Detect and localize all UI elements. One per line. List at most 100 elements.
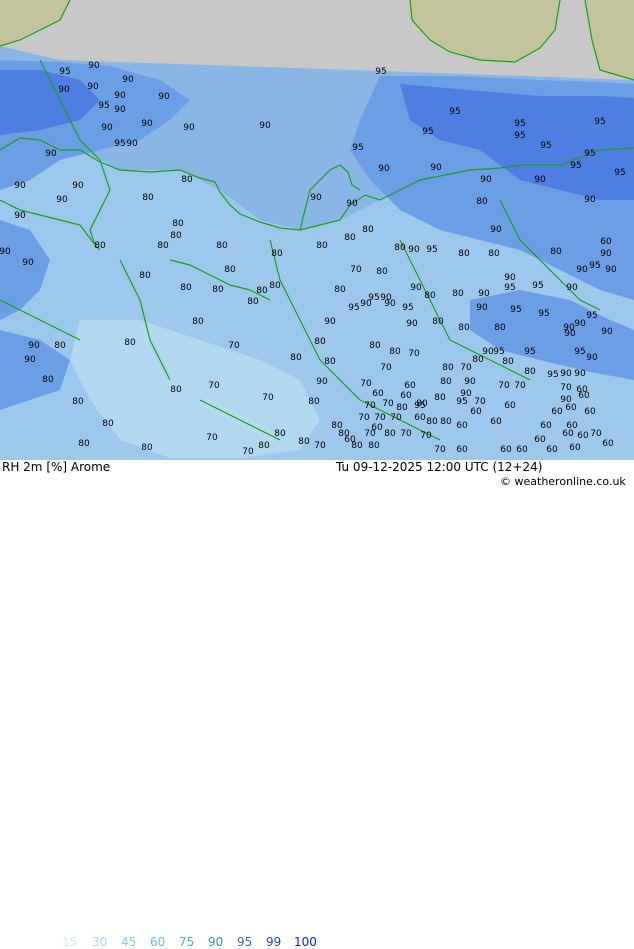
contour-label: 80	[316, 241, 328, 251]
contour-label: 80	[314, 337, 326, 347]
contour-label: 80	[256, 286, 268, 296]
contour-label: 95	[584, 149, 595, 159]
contour-label: 80	[452, 289, 464, 299]
contour-label: 95	[98, 101, 109, 111]
contour-label: 90	[600, 249, 612, 259]
contour-label: 80	[42, 375, 54, 385]
contour-label: 95	[426, 245, 437, 255]
contour-label: 80	[351, 441, 363, 451]
contour-label: 80	[442, 363, 454, 373]
contour-label: 70	[374, 413, 386, 423]
contour-label: 70	[382, 399, 394, 409]
contour-label: 80	[440, 377, 452, 387]
contour-label: 80	[362, 225, 374, 235]
contour-label: 80	[458, 249, 470, 259]
contour-label: 80	[224, 265, 236, 275]
contour-label: 80	[172, 219, 184, 229]
contour-label: 70	[400, 429, 412, 439]
contour-label: 80	[334, 285, 346, 295]
contour-label: 90	[534, 175, 546, 185]
contour-label: 95	[514, 119, 525, 129]
contour-label: 80	[432, 317, 444, 327]
contour-label: 80	[458, 323, 470, 333]
contour-label: 60	[602, 439, 614, 449]
contour-label: 80	[524, 367, 536, 377]
legend-60: 60	[150, 935, 166, 949]
contour-label: 90	[14, 181, 26, 191]
contour-label: 60	[578, 391, 590, 401]
contour-label: 80	[502, 357, 514, 367]
contour-label: 80	[258, 441, 270, 451]
contour-label: 80	[394, 243, 406, 253]
contour-label: 95	[375, 67, 386, 77]
contour-label: 60	[540, 421, 552, 431]
contour-label: 95	[514, 131, 525, 141]
contour-label: 95	[594, 117, 605, 127]
contour-label: 95	[524, 347, 535, 357]
contour-label: 90	[24, 355, 36, 365]
contour-label: 90	[0, 247, 11, 257]
contour-label: 80	[472, 355, 484, 365]
contour-label: 90	[478, 289, 490, 299]
contour-label: 60	[400, 391, 412, 401]
contour-label: 95	[402, 303, 413, 313]
contour-label: 95	[449, 107, 460, 117]
contour-label: 95	[614, 168, 625, 178]
contour-label: 90	[101, 123, 113, 133]
contour-label: 60	[516, 445, 528, 455]
legend-75: 75	[179, 935, 195, 949]
contour-label: 80	[369, 341, 381, 351]
map-title: RH 2m [%] Arome	[2, 460, 111, 474]
contour-label: 70	[408, 349, 420, 359]
contour-label: 90	[88, 61, 100, 71]
contour-label: 80	[102, 419, 114, 429]
contour-label: 70	[434, 445, 446, 455]
contour-label: 60	[600, 237, 612, 247]
contour-label: 90	[378, 164, 390, 174]
contour-label: 90	[72, 181, 84, 191]
contour-label: 90	[122, 75, 134, 85]
contour-label: 80	[476, 197, 488, 207]
contour-label: 90	[584, 195, 596, 205]
contour-label: 70	[208, 381, 220, 391]
contour-label: 70	[206, 433, 218, 443]
contour-label: 90	[360, 299, 372, 309]
contour-label: 90	[28, 341, 40, 351]
contour-label: 70	[314, 441, 326, 451]
contour-label: 90	[56, 195, 68, 205]
contour-label: 95	[510, 305, 521, 315]
contour-label: 90	[410, 283, 422, 293]
contour-label: 60	[470, 407, 482, 417]
contour-label: 80	[290, 353, 302, 363]
contour-label: 80	[212, 285, 224, 295]
contour-label: 80	[324, 357, 336, 367]
contour-label: 80	[550, 247, 562, 257]
contour-label: 60	[504, 401, 516, 411]
contour-label: 90	[259, 121, 271, 131]
contour-label: 80	[368, 441, 380, 451]
contour-label: 80	[124, 338, 136, 348]
credit-text: © weatheronline.co.uk	[500, 475, 626, 488]
contour-label: 95	[348, 303, 359, 313]
contour-label: 90	[346, 199, 358, 209]
contour-label: 90	[14, 211, 26, 221]
contour-label: 70	[380, 363, 392, 373]
contour-label: 80	[384, 429, 396, 439]
contour-label: 90	[114, 105, 126, 115]
contour-label: 90	[158, 92, 170, 102]
contour-label: 60	[500, 445, 512, 455]
contour-label: 90	[576, 265, 588, 275]
contour-label: 80	[389, 347, 401, 357]
contour-label: 70	[364, 429, 376, 439]
contour-label: 90	[58, 85, 70, 95]
contour-label: 95	[493, 347, 504, 357]
contour-label: 80	[141, 443, 153, 453]
contour-label: 70	[242, 447, 254, 457]
contour-label: 70	[228, 341, 240, 351]
contour-label: 95	[532, 281, 543, 291]
contour-label: 80	[142, 193, 154, 203]
contour-label: 80	[424, 291, 436, 301]
contour-label: 90	[126, 139, 138, 149]
contour-label: 80	[78, 439, 90, 449]
contour-label: 95	[589, 261, 600, 271]
